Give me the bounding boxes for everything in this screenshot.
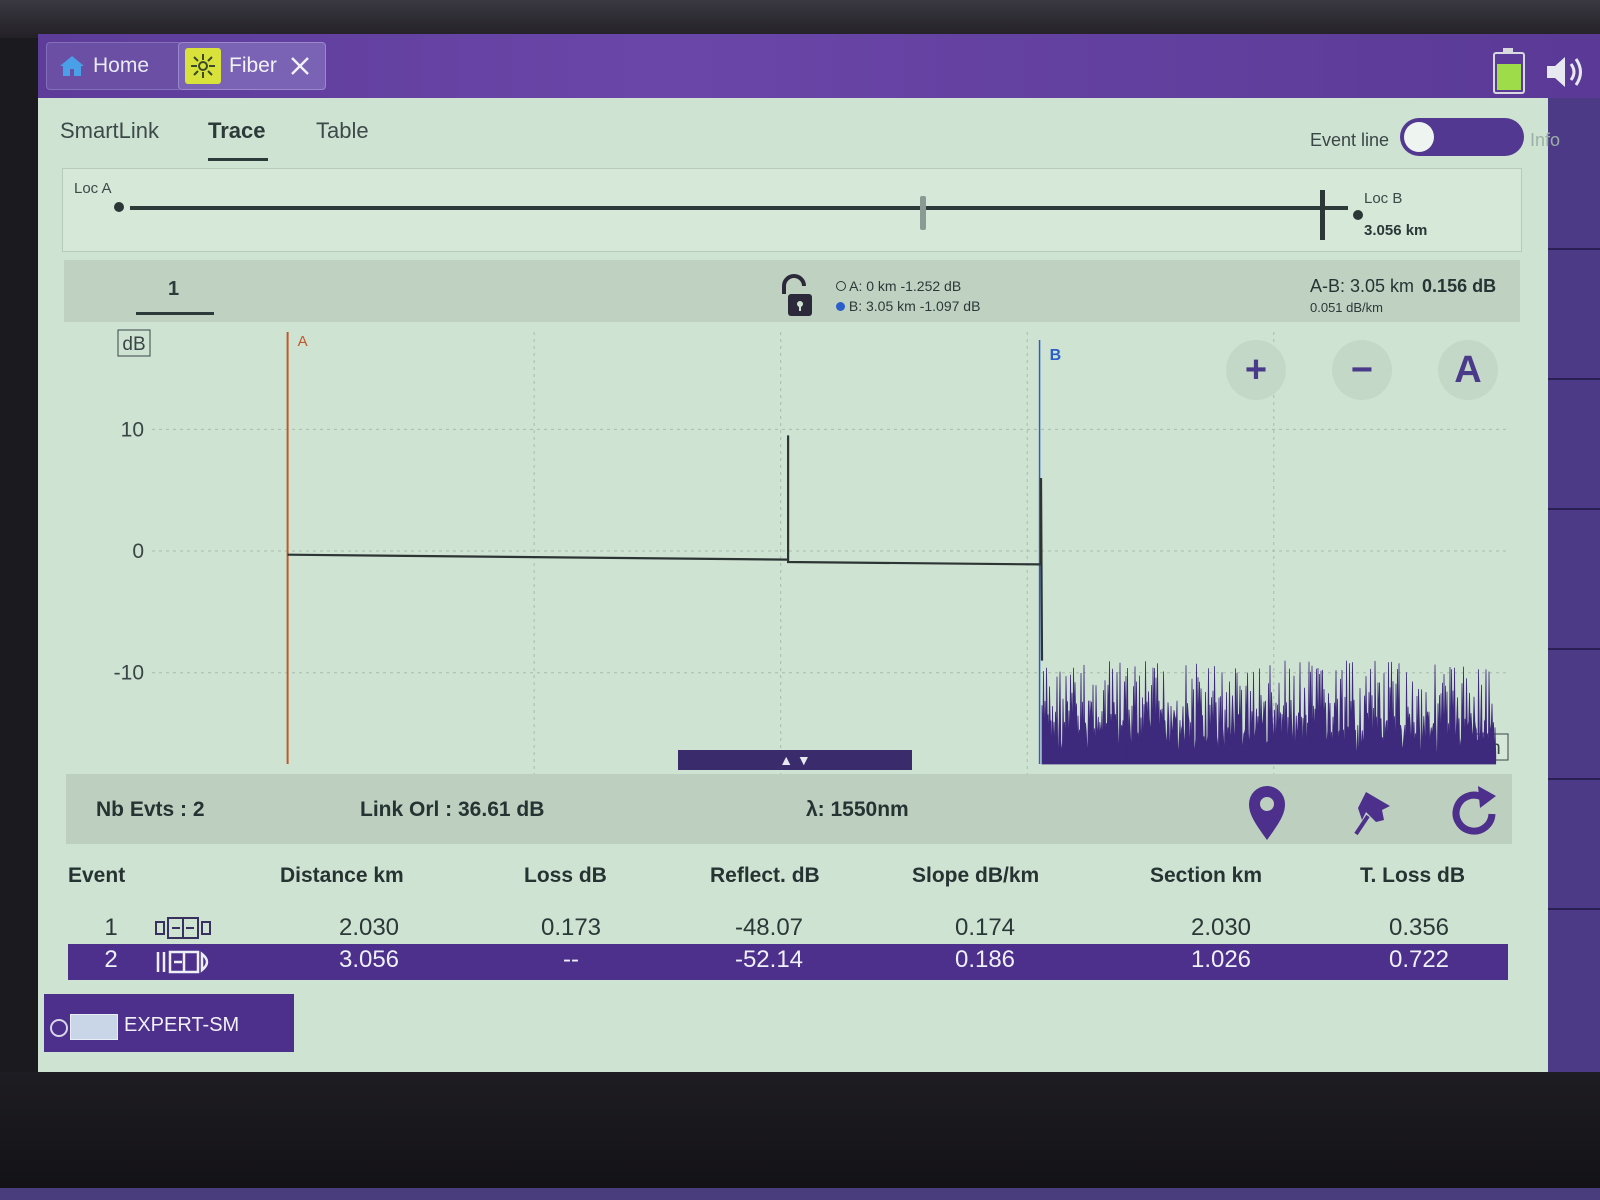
loc-b-label: Loc B (1364, 190, 1403, 207)
header-loss: Loss dB (524, 864, 607, 887)
event-line-label: Event line (1310, 130, 1390, 150)
test-mode-label: EXPERT-SM (124, 1014, 240, 1036)
cursor-b-label: B (1050, 347, 1062, 364)
speaker-icon[interactable] (1543, 52, 1589, 92)
header-distance: Distance km (280, 864, 404, 887)
fiber-tab-label: Fiber (229, 54, 277, 77)
home-tab[interactable]: Home (46, 42, 182, 90)
header-slope: Slope dB/km (912, 864, 1040, 887)
wavelength: λ: 1550nm (806, 798, 909, 821)
loc-b-distance: 3.056 km (1364, 222, 1428, 239)
span-slider-handle[interactable] (920, 196, 926, 230)
tab-smartlink[interactable]: SmartLink (60, 118, 159, 144)
info-label[interactable]: Info (1530, 130, 1560, 151)
ab-summary: A-B: 3.05 km 0.156 dB (1310, 276, 1496, 297)
end-of-fiber-event-icon (156, 950, 209, 974)
loc-b-marker (1320, 190, 1325, 240)
cursor-a-readout: A: 0 km -1.252 dB (836, 278, 961, 294)
fiber-tab[interactable]: Fiber (178, 42, 326, 90)
loss-cell: 0.173 (540, 914, 602, 941)
tab-table[interactable]: Table (316, 118, 369, 144)
y-tick-label: 10 (121, 418, 144, 441)
loc-b-dot (1353, 210, 1363, 220)
title-bar: Home Fiber (38, 34, 1600, 98)
section-cell: 2.030 (1190, 914, 1252, 941)
battery-icon (1493, 48, 1525, 94)
tab-trace[interactable]: Trace (208, 118, 266, 144)
y-tick-label: 0 (132, 540, 144, 563)
loss-cell: -- (563, 946, 579, 973)
ab-distance: A-B: 3.05 km (1310, 276, 1415, 296)
event-number: 2 (104, 946, 118, 973)
close-icon[interactable] (289, 55, 311, 77)
fiber-span-line (130, 206, 1348, 210)
cursor-b-readout: B: 3.05 km -1.097 dB (836, 298, 980, 314)
slope-cell: 0.186 (954, 946, 1016, 973)
fiber-icon (185, 48, 221, 84)
event-count: Nb Evts : 2 (96, 798, 205, 821)
zoom-in-button[interactable]: + (1226, 340, 1286, 400)
header-section: Section km (1150, 864, 1263, 887)
link-orl: Link Orl : 36.61 dB (360, 798, 545, 821)
summary-bar (66, 774, 1512, 844)
header-total-loss: T. Loss dB (1360, 864, 1466, 887)
home-icon (60, 56, 84, 76)
table-row-selected[interactable]: 2 3.056 -- -52.14 0.186 1.026 0.722 (68, 944, 1508, 980)
slope-cell: 0.174 (954, 914, 1016, 941)
event-number: 1 (104, 914, 118, 941)
refresh-icon[interactable] (1448, 784, 1502, 842)
ab-loss: 0.156 dB (1422, 276, 1497, 296)
event-line-toggle[interactable] (1400, 118, 1524, 156)
location-bar (62, 168, 1522, 252)
ab-slope: 0.051 dB/km (1310, 300, 1383, 315)
cursor-b-text: B: 3.05 km -1.097 dB (848, 298, 981, 314)
auto-scale-button[interactable]: A (1438, 340, 1498, 400)
header-event: Event (68, 864, 126, 887)
distance-cell: 3.056 (338, 946, 400, 973)
cursor-a-text: A: 0 km -1.252 dB (849, 278, 962, 294)
loc-a-label: Loc A (74, 180, 112, 197)
trace-series-line (287, 435, 1044, 661)
trace-plot[interactable]: 1234100-10dBkmAB (62, 322, 1520, 792)
unlock-icon[interactable] (778, 274, 814, 318)
zoom-out-button[interactable]: − (1332, 340, 1392, 400)
active-tab-indicator (208, 158, 268, 161)
distance-cell: 2.030 (338, 914, 400, 941)
y-tick-label: -10 (114, 662, 144, 685)
pin-marker-icon[interactable] (1346, 786, 1400, 844)
otdr-trace-icon (70, 1014, 118, 1040)
trace-tab-1[interactable]: 1 (168, 278, 179, 301)
side-panel-edge[interactable] (1548, 98, 1600, 1074)
reflectance-cell: -48.07 (734, 914, 804, 941)
otdr-trace-chart[interactable]: 1234100-10dBkmAB + − A (62, 322, 1520, 792)
home-tab-label: Home (93, 54, 150, 77)
reflective-event-icon (155, 917, 211, 939)
location-pin-icon[interactable] (1240, 784, 1294, 842)
cursor-a-label: A (298, 333, 308, 350)
device-bezel-bottom (0, 1072, 1600, 1200)
trace-navigator[interactable]: ▲ ▼ (678, 750, 912, 770)
device-trim (0, 1188, 1600, 1200)
otdr-screen: Home Fiber SmartLink Trace Table Event l… (38, 34, 1600, 1074)
device-bezel-top (0, 0, 1600, 38)
trace-tab-indicator (136, 312, 214, 315)
noise-floor-area (1041, 660, 1497, 765)
section-cell: 1.026 (1190, 946, 1252, 973)
header-reflectance: Reflect. dB (710, 864, 820, 887)
loc-a-dot (114, 202, 124, 212)
reflectance-cell: -52.14 (734, 946, 804, 973)
mode-radio[interactable] (50, 1019, 68, 1037)
toggle-knob (1404, 122, 1434, 152)
y-unit-label: dB (122, 334, 145, 355)
total-loss-cell: 0.356 (1388, 914, 1450, 941)
total-loss-cell: 0.722 (1388, 946, 1450, 973)
